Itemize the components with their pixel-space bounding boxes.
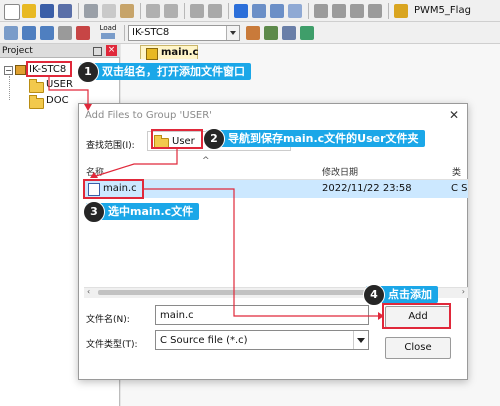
step-number: 3 — [83, 201, 105, 223]
annotation-step-4: 4 点击添加 — [363, 284, 438, 306]
annotation-step-1: 1 双击组名，打开添加文件窗口 — [77, 61, 251, 83]
step-text: 选中main.c文件 — [108, 205, 194, 218]
arrow-head — [84, 104, 92, 111]
step-number: 1 — [77, 61, 99, 83]
step-text: 双击组名，打开添加文件窗口 — [102, 65, 245, 78]
step-text: 点击添加 — [388, 288, 432, 301]
annotation-step-2: 2 导航到保存main.c文件的User文件夹 — [203, 128, 425, 150]
step-text: 导航到保存main.c文件的User文件夹 — [228, 132, 419, 145]
step-number: 4 — [363, 284, 385, 306]
annotation-arrows — [48, 77, 384, 320]
annotation-step-3: 3 选中main.c文件 — [83, 201, 200, 223]
arrow-head — [378, 312, 384, 320]
arrow-head — [90, 172, 98, 178]
step-number: 2 — [203, 128, 225, 150]
arrow-step2 — [95, 149, 178, 177]
